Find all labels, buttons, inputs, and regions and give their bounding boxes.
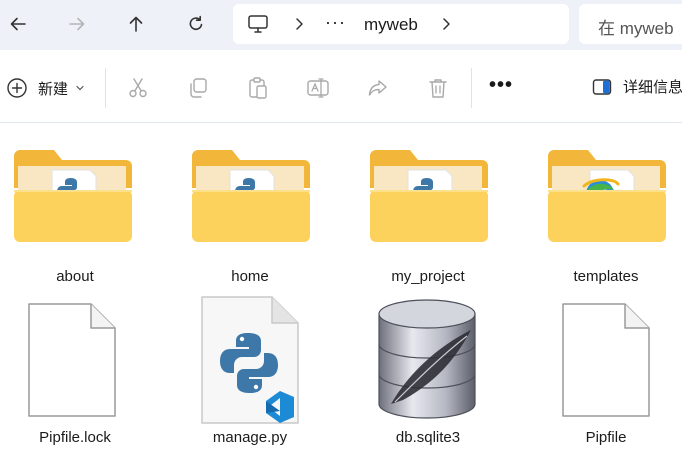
folder-item-templates[interactable]: templates	[531, 140, 681, 290]
item-name: my_project	[391, 268, 465, 285]
delete-button[interactable]	[426, 76, 450, 100]
forward-button[interactable]	[59, 6, 95, 42]
new-button-label: 新建	[38, 80, 69, 98]
arrow-up-icon	[129, 16, 143, 32]
arrow-right-icon	[69, 17, 85, 31]
item-name: Pipfile	[585, 429, 627, 446]
new-button[interactable]: 新建	[6, 74, 85, 102]
back-button[interactable]	[0, 6, 36, 42]
command-bar: 新建 ••• 详细信息	[0, 50, 682, 123]
python-file-icon	[201, 296, 299, 424]
up-button[interactable]	[118, 6, 154, 42]
refresh-button[interactable]	[178, 6, 214, 42]
trash-icon	[429, 79, 447, 98]
folder-item-about[interactable]: about	[0, 140, 150, 290]
folder-item-my-project[interactable]: my_project	[353, 140, 503, 290]
item-name: about	[56, 268, 94, 285]
item-name: templates	[573, 268, 639, 285]
copy-icon	[190, 78, 207, 98]
paste-button[interactable]	[246, 76, 270, 100]
copy-button[interactable]	[186, 76, 210, 100]
blank-file-icon	[28, 303, 116, 417]
search-placeholder: 在 myweb	[598, 19, 674, 38]
item-name: home	[231, 268, 269, 285]
share-button[interactable]	[366, 76, 390, 100]
refresh-icon	[189, 15, 203, 31]
details-button[interactable]: 详细信息	[592, 76, 682, 97]
rename-button[interactable]	[306, 76, 330, 100]
database-icon	[378, 299, 476, 419]
folder-icon	[192, 150, 310, 242]
arrow-left-icon	[10, 17, 26, 31]
breadcrumb-current[interactable]: myweb	[364, 15, 418, 35]
file-item-pipfile-lock[interactable]: Pipfile.lock	[0, 292, 150, 462]
rename-icon	[307, 78, 329, 98]
plus-circle-icon	[7, 78, 27, 98]
folder-icon	[548, 150, 666, 242]
computer-icon[interactable]	[247, 14, 269, 34]
breadcrumb[interactable]: ··· myweb	[233, 4, 569, 44]
file-item-pipfile[interactable]: Pipfile	[531, 292, 681, 462]
share-icon	[368, 80, 387, 96]
toolbar-divider	[105, 68, 106, 108]
scissors-icon	[129, 78, 147, 98]
item-name: db.sqlite3	[395, 429, 461, 446]
search-input[interactable]: 在 myweb	[579, 4, 682, 44]
chevron-down-icon	[76, 85, 84, 91]
folder-icon	[370, 150, 488, 242]
item-name: manage.py	[212, 429, 288, 446]
more-options-button[interactable]: •••	[489, 75, 513, 95]
file-item-db-sqlite3[interactable]: db.sqlite3	[353, 292, 503, 462]
cut-button[interactable]	[126, 76, 150, 100]
item-name: Pipfile.lock	[39, 429, 111, 446]
clipboard-icon	[249, 77, 267, 99]
breadcrumb-overflow[interactable]: ···	[325, 12, 346, 32]
file-item-manage-py[interactable]: manage.py	[175, 292, 325, 462]
toolbar-divider	[471, 68, 472, 108]
chevron-right-icon[interactable]	[440, 17, 452, 31]
folder-icon	[14, 150, 132, 242]
address-bar: ··· myweb 在 myweb	[0, 0, 682, 50]
folder-item-home[interactable]: home	[175, 140, 325, 290]
chevron-right-icon[interactable]	[293, 17, 305, 31]
details-pane-icon	[592, 78, 612, 95]
details-label: 详细信息	[623, 79, 682, 96]
blank-file-icon	[562, 303, 650, 417]
